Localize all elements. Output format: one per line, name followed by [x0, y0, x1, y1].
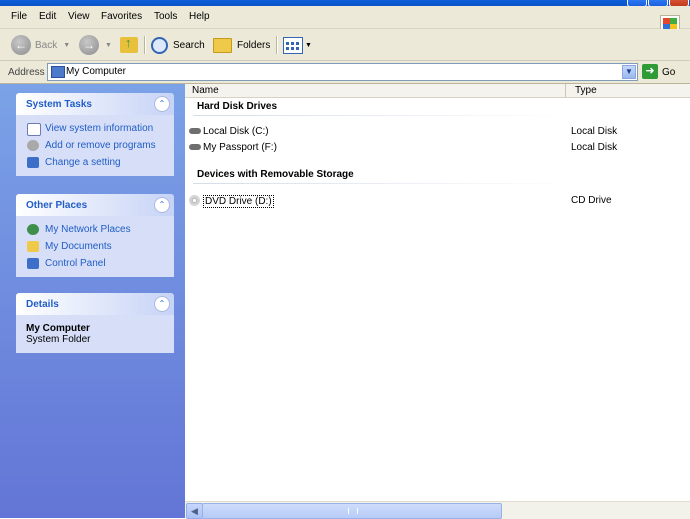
column-header: Name Type [185, 84, 690, 98]
group-divider [193, 183, 573, 184]
forward-button[interactable]: → ▼ [79, 35, 112, 55]
menu-view[interactable]: View [68, 11, 90, 22]
menu-bar: File Edit View Favorites Tools Help [0, 6, 690, 33]
other-places-panel: Other Places ⌃ My Network Places My Docu… [16, 194, 174, 277]
change-setting-link[interactable]: Change a setting [16, 155, 174, 172]
views-icon [283, 36, 303, 54]
address-value: My Computer [66, 66, 127, 77]
other-places-header[interactable]: Other Places ⌃ [16, 194, 174, 216]
item-type: CD Drive [571, 195, 612, 206]
collapse-chevron-icon[interactable]: ⌃ [154, 296, 170, 312]
menu-edit[interactable]: Edit [39, 11, 56, 22]
item-name: My Passport (F:) [203, 142, 277, 153]
toolbar: ← Back ▼ → ▼ ↑ Search Folders ▼ [0, 29, 690, 61]
list-item-dvd-drive-d[interactable]: DVD Drive (D:) CD Drive [185, 194, 690, 208]
system-tasks-panel: System Tasks ⌃ View system information A… [16, 93, 174, 176]
go-arrow-icon[interactable]: ➜ [642, 64, 658, 79]
group-header-removable-storage: Devices with Removable Storage [197, 169, 354, 180]
views-dropdown-icon: ▼ [305, 41, 312, 49]
folders-icon [213, 37, 232, 53]
address-input[interactable]: My Computer ▼ [47, 63, 638, 81]
search-label: Search [173, 39, 205, 51]
hard-disk-icon [189, 144, 201, 150]
go-button[interactable]: Go [662, 67, 675, 78]
item-type: Local Disk [571, 142, 618, 153]
network-places-icon [27, 224, 39, 235]
task-pane: System Tasks ⌃ View system information A… [0, 84, 185, 518]
menu-favorites[interactable]: Favorites [101, 11, 142, 22]
views-button[interactable]: ▼ [283, 35, 312, 55]
control-panel-link[interactable]: Control Panel [16, 256, 174, 273]
address-bar: Address My Computer ▼ ➜ Go [0, 61, 690, 84]
up-folder-icon: ↑ [120, 35, 138, 53]
details-panel: Details ⌃ My Computer System Folder [16, 293, 174, 353]
back-label: Back [35, 39, 58, 51]
item-type: Local Disk [571, 126, 618, 137]
folders-button[interactable]: Folders [213, 35, 270, 55]
add-remove-programs-label: Add or remove programs [45, 140, 156, 151]
collapse-chevron-icon[interactable]: ⌃ [154, 96, 170, 112]
menu-help[interactable]: Help [189, 11, 210, 22]
details-description: System Folder [26, 334, 91, 345]
my-documents-icon [27, 241, 39, 252]
item-name: Local Disk (C:) [203, 126, 269, 137]
forward-dropdown-icon[interactable]: ▼ [105, 42, 112, 49]
control-panel-label: Control Panel [45, 258, 106, 269]
list-item-local-disk-c[interactable]: Local Disk (C:) Local Disk [185, 125, 690, 139]
other-places-title: Other Places [26, 200, 88, 211]
column-divider[interactable] [565, 84, 566, 97]
column-type-header[interactable]: Type [575, 85, 597, 96]
system-info-icon [27, 123, 41, 136]
scroll-thumb[interactable] [202, 503, 502, 519]
search-button[interactable]: Search [151, 35, 205, 55]
system-tasks-header[interactable]: System Tasks ⌃ [16, 93, 174, 115]
add-remove-programs-link[interactable]: Add or remove programs [16, 138, 174, 155]
horizontal-scrollbar[interactable]: ◀ [185, 501, 690, 519]
details-header[interactable]: Details ⌃ [16, 293, 174, 315]
group-header-hard-disk-drives: Hard Disk Drives [197, 101, 278, 112]
column-name-header[interactable]: Name [192, 85, 219, 96]
back-dropdown-icon[interactable]: ▼ [63, 42, 70, 49]
control-panel-icon [27, 157, 39, 168]
my-network-places-link[interactable]: My Network Places [16, 222, 174, 239]
change-setting-label: Change a setting [45, 157, 121, 168]
search-icon [151, 36, 168, 54]
details-title: Details [26, 299, 59, 310]
file-list-view: Name Type Hard Disk Drives Local Disk (C… [185, 84, 690, 501]
my-documents-link[interactable]: My Documents [16, 239, 174, 256]
toolbar-separator [144, 36, 146, 54]
menu-file[interactable]: File [11, 11, 27, 22]
my-computer-icon [51, 66, 65, 78]
forward-arrow-icon: → [79, 35, 99, 55]
folders-label: Folders [237, 39, 271, 51]
system-tasks-title: System Tasks [26, 99, 92, 110]
scroll-left-button[interactable]: ◀ [186, 503, 203, 519]
item-name: DVD Drive (D:) [203, 195, 274, 208]
my-network-places-label: My Network Places [45, 224, 131, 235]
view-system-info-label: View system information [45, 123, 154, 134]
back-button[interactable]: ← Back ▼ [11, 35, 70, 55]
add-remove-programs-icon [27, 140, 39, 151]
collapse-chevron-icon[interactable]: ⌃ [154, 197, 170, 213]
up-folder-button[interactable]: ↑ [120, 35, 138, 55]
address-label: Address [8, 67, 45, 78]
details-name: My Computer [26, 323, 90, 334]
group-divider [193, 115, 573, 116]
menu-tools[interactable]: Tools [154, 11, 177, 22]
control-panel-icon [27, 258, 39, 269]
address-dropdown-button[interactable]: ▼ [622, 65, 636, 79]
toolbar-separator [276, 36, 278, 54]
view-system-info-link[interactable]: View system information [16, 121, 174, 138]
dvd-drive-icon [189, 195, 200, 206]
my-documents-label: My Documents [45, 241, 112, 252]
list-item-my-passport-f[interactable]: My Passport (F:) Local Disk [185, 141, 690, 155]
back-arrow-icon: ← [11, 35, 31, 55]
hard-disk-icon [189, 128, 201, 134]
